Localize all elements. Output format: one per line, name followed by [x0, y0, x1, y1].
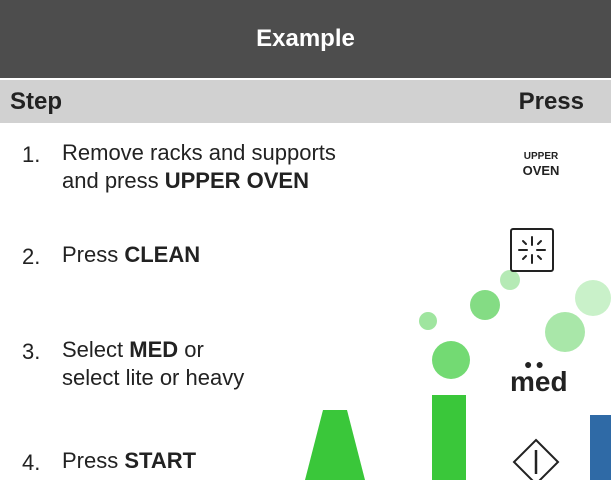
header-press-label: Press	[518, 88, 584, 115]
step-3-text: Select MED or select lite or heavy	[62, 336, 244, 392]
table-header: Step Press	[0, 78, 611, 123]
watermark-dot	[432, 341, 470, 379]
watermark-letter	[432, 395, 466, 480]
upper-oven-line2: OVEN	[522, 163, 560, 178]
start-button[interactable]	[508, 436, 564, 480]
watermark-dot	[470, 290, 500, 320]
start-diamond-icon	[512, 438, 560, 480]
med-label: med	[510, 366, 568, 397]
step-2-text: Press CLEAN	[62, 241, 200, 269]
upper-oven-button[interactable]: UPPER OVEN	[516, 150, 566, 178]
step-4-number: 4.	[22, 450, 41, 475]
watermark-dot	[575, 280, 611, 316]
step-1-text: Remove racks and supports and press UPPE…	[62, 139, 336, 195]
step-3-number: 3.	[22, 339, 41, 364]
watermark-dot	[545, 312, 585, 352]
upper-oven-line1: UPPER	[523, 151, 559, 162]
step-4-bold: START	[124, 448, 197, 473]
step-4-text: Press START	[62, 447, 196, 475]
step-1-line1: Remove racks and supports	[62, 140, 336, 165]
watermark-letter	[590, 415, 611, 480]
step-3-prefix: Select	[62, 337, 130, 362]
step-3-bold: MED	[129, 337, 179, 362]
step-4-prefix: Press	[62, 448, 125, 473]
step-1-number: 1.	[22, 142, 41, 167]
watermark-letter	[305, 410, 365, 480]
step-2-bold: CLEAN	[124, 242, 201, 267]
step-3-suffix: or	[178, 337, 204, 362]
page-title: Example	[0, 0, 611, 78]
sparkle-icon	[518, 236, 546, 264]
step-2-prefix: Press	[62, 242, 125, 267]
watermark-dot	[419, 312, 437, 330]
step-2-number: 2.	[22, 244, 41, 269]
step-1-line2-prefix: and press	[62, 168, 165, 193]
step-1-line2-bold: UPPER OVEN	[164, 168, 309, 193]
header-step-label: Step	[10, 88, 63, 115]
clean-button[interactable]	[510, 228, 554, 272]
step-3-line2: select lite or heavy	[62, 365, 245, 390]
